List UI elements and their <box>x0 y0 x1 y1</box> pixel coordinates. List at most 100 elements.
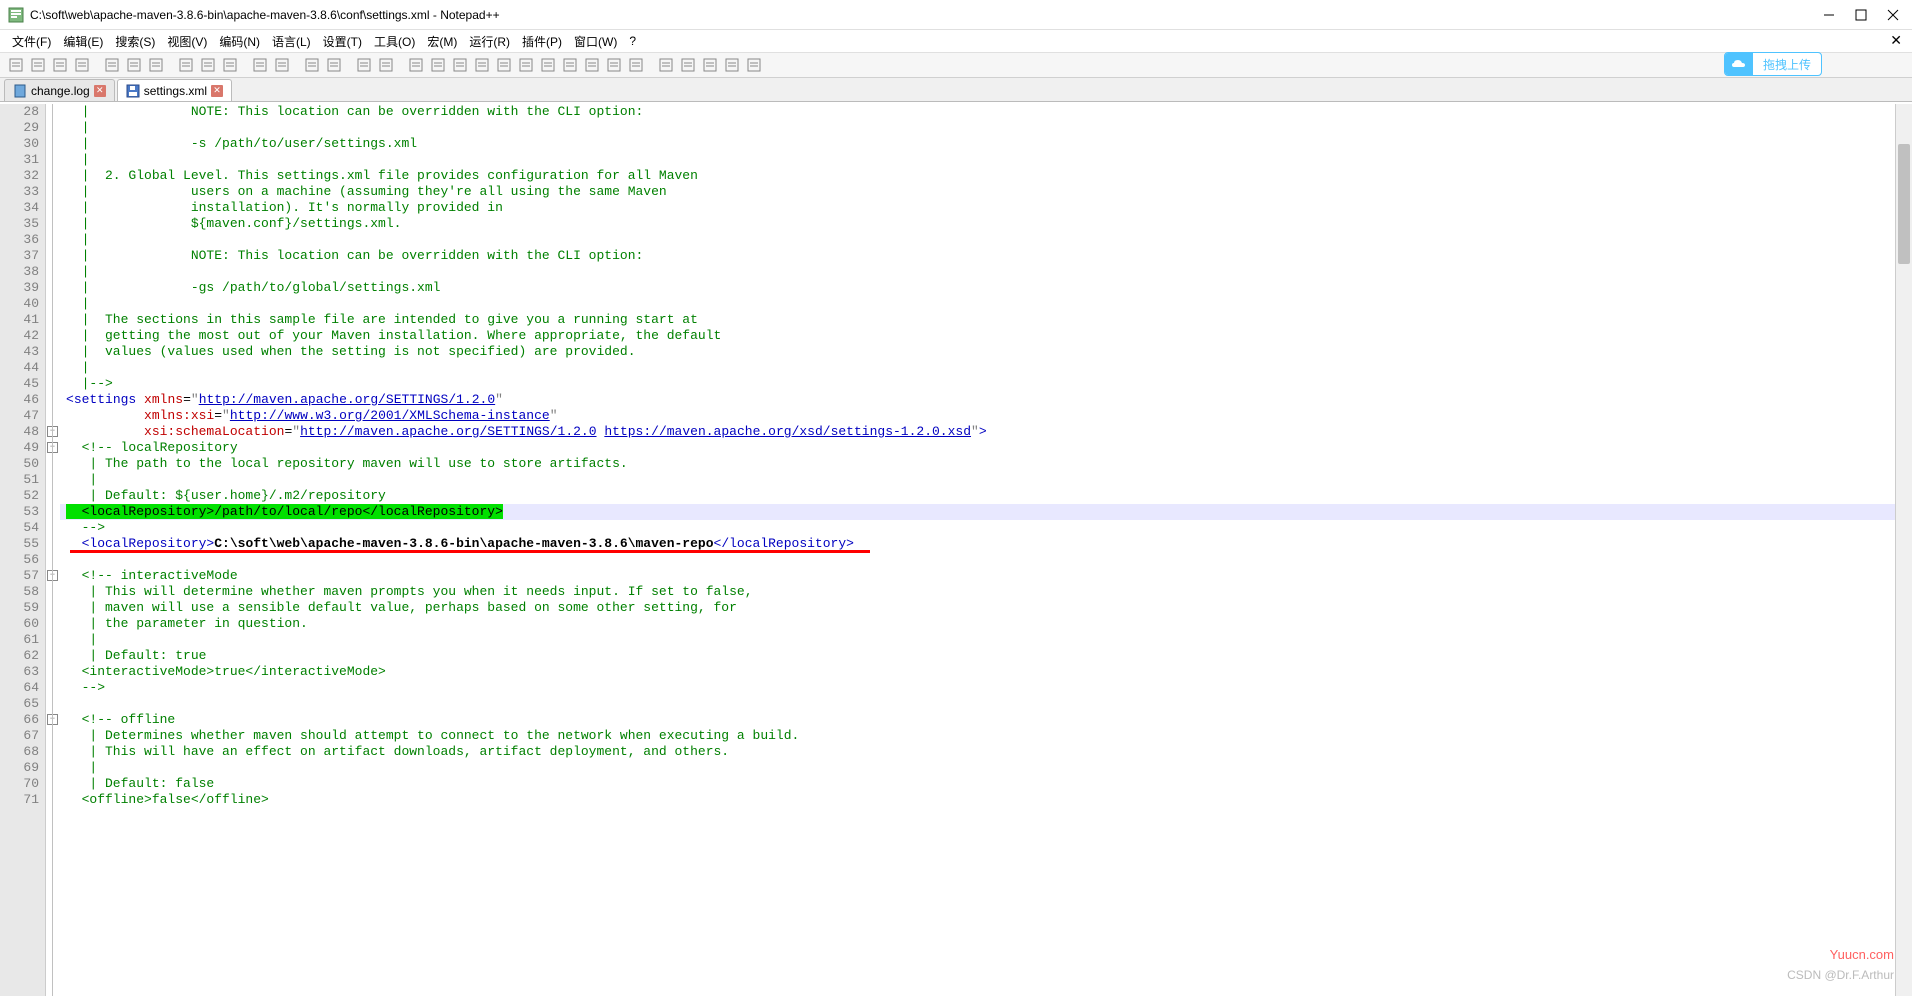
doc-map-icon[interactable] <box>538 55 558 75</box>
code-line[interactable]: | maven will use a sensible default valu… <box>60 600 1912 616</box>
play-icon[interactable] <box>700 55 720 75</box>
stop-icon[interactable] <box>678 55 698 75</box>
new-file-icon[interactable] <box>6 55 26 75</box>
code-line[interactable]: | NOTE: This location can be overridden … <box>60 248 1912 264</box>
code-line[interactable]: xmlns:xsi="http://www.w3.org/2001/XMLSch… <box>60 408 1912 424</box>
toolbar <box>0 52 1912 78</box>
close-all-icon[interactable] <box>124 55 144 75</box>
monitor-icon[interactable] <box>626 55 646 75</box>
code-line[interactable]: | Default: true <box>60 648 1912 664</box>
folder-icon[interactable] <box>604 55 624 75</box>
code-line[interactable]: --> <box>60 520 1912 536</box>
doc-list-icon[interactable] <box>560 55 580 75</box>
code-line[interactable]: xsi:schemaLocation="http://maven.apache.… <box>60 424 1912 440</box>
indent-guide-icon[interactable] <box>494 55 514 75</box>
save-all-icon[interactable] <box>72 55 92 75</box>
code-line[interactable]: | NOTE: This location can be overridden … <box>60 104 1912 120</box>
code-line[interactable]: <interactiveMode>true</interactiveMode> <box>60 664 1912 680</box>
code-line[interactable]: | <box>60 232 1912 248</box>
paste-icon[interactable] <box>220 55 240 75</box>
code-line[interactable]: | Default: false <box>60 776 1912 792</box>
window-title: C:\soft\web\apache-maven-3.8.6-bin\apach… <box>30 8 1822 22</box>
menu-window[interactable]: 窗口(W) <box>568 31 623 52</box>
code-line[interactable]: <!-- offline <box>60 712 1912 728</box>
code-line[interactable]: <settings xmlns="http://maven.apache.org… <box>60 392 1912 408</box>
record-icon[interactable] <box>656 55 676 75</box>
code-line[interactable]: <localRepository>/path/to/local/repo</lo… <box>60 504 1912 520</box>
code-line[interactable]: | The sections in this sample file are i… <box>60 312 1912 328</box>
code-line[interactable]: | This will determine whether maven prom… <box>60 584 1912 600</box>
tab-close-icon[interactable]: ✕ <box>211 85 223 97</box>
cut-icon[interactable] <box>176 55 196 75</box>
code-line[interactable]: | users on a machine (assuming they're a… <box>60 184 1912 200</box>
print-icon[interactable] <box>146 55 166 75</box>
save-macro-icon[interactable] <box>744 55 764 75</box>
menubar-close-button[interactable]: ✕ <box>1890 32 1902 49</box>
sync-v-icon[interactable] <box>406 55 426 75</box>
code-line[interactable]: | <box>60 264 1912 280</box>
menu-file[interactable]: 文件(F) <box>6 31 57 52</box>
code-line[interactable]: | <box>60 296 1912 312</box>
code-line[interactable]: | <box>60 120 1912 136</box>
play-multi-icon[interactable] <box>722 55 742 75</box>
menu-tools[interactable]: 工具(O) <box>368 31 421 52</box>
code-line[interactable]: | values (values used when the setting i… <box>60 344 1912 360</box>
menu-search[interactable]: 搜索(S) <box>109 31 161 52</box>
code-line[interactable]: | <box>60 760 1912 776</box>
menu-plugins[interactable]: 插件(P) <box>516 31 568 52</box>
code-line[interactable]: | The path to the local repository maven… <box>60 456 1912 472</box>
menu-view[interactable]: 视图(V) <box>161 31 213 52</box>
code-line[interactable]: <offline>false</offline> <box>60 792 1912 808</box>
code-line[interactable]: | <box>60 632 1912 648</box>
code-line[interactable]: | -gs /path/to/global/settings.xml <box>60 280 1912 296</box>
code-line[interactable]: | Default: ${user.home}/.m2/repository <box>60 488 1912 504</box>
menu-settings[interactable]: 设置(T) <box>317 31 368 52</box>
code-area[interactable]: | NOTE: This location can be overridden … <box>60 104 1912 996</box>
menu-run[interactable]: 运行(R) <box>463 31 516 52</box>
menu-edit[interactable]: 编辑(E) <box>57 31 109 52</box>
code-line[interactable]: | <box>60 360 1912 376</box>
code-line[interactable]: |--> <box>60 376 1912 392</box>
menu-help[interactable]: ? <box>623 32 642 50</box>
open-icon[interactable] <box>28 55 48 75</box>
maximize-button[interactable] <box>1854 8 1868 22</box>
code-line[interactable] <box>60 552 1912 568</box>
code-line[interactable]: | Determines whether maven should attemp… <box>60 728 1912 744</box>
function-list-icon[interactable] <box>582 55 602 75</box>
code-line[interactable]: | <box>60 472 1912 488</box>
copy-icon[interactable] <box>198 55 218 75</box>
code-line[interactable]: | installation). It's normally provided … <box>60 200 1912 216</box>
code-line[interactable]: | This will have an effect on artifact d… <box>60 744 1912 760</box>
menu-macro[interactable]: 宏(M) <box>421 31 463 52</box>
undo-icon[interactable] <box>250 55 270 75</box>
code-line[interactable]: | <box>60 152 1912 168</box>
close-button[interactable] <box>1886 8 1900 22</box>
code-line[interactable]: --> <box>60 680 1912 696</box>
close-icon[interactable] <box>102 55 122 75</box>
menu-language[interactable]: 语言(L) <box>266 31 317 52</box>
wrap-icon[interactable] <box>450 55 470 75</box>
redo-icon[interactable] <box>272 55 292 75</box>
code-line[interactable]: | 2. Global Level. This settings.xml fil… <box>60 168 1912 184</box>
find-icon[interactable] <box>302 55 322 75</box>
tab-close-icon[interactable]: ✕ <box>94 85 106 97</box>
show-all-icon[interactable] <box>472 55 492 75</box>
lang-icon[interactable] <box>516 55 536 75</box>
tab-change-log[interactable]: change.log ✕ <box>4 79 115 101</box>
save-icon[interactable] <box>50 55 70 75</box>
replace-icon[interactable] <box>324 55 344 75</box>
code-line[interactable]: | the parameter in question. <box>60 616 1912 632</box>
upload-chip[interactable]: 拖拽上传 <box>1724 52 1822 76</box>
code-line[interactable]: | getting the most out of your Maven ins… <box>60 328 1912 344</box>
code-line[interactable]: <!-- interactiveMode <box>60 568 1912 584</box>
code-line[interactable]: | ${maven.conf}/settings.xml. <box>60 216 1912 232</box>
zoom-in-icon[interactable] <box>354 55 374 75</box>
sync-h-icon[interactable] <box>428 55 448 75</box>
code-line[interactable]: <!-- localRepository <box>60 440 1912 456</box>
menu-encoding[interactable]: 编码(N) <box>213 31 266 52</box>
code-line[interactable] <box>60 696 1912 712</box>
zoom-out-icon[interactable] <box>376 55 396 75</box>
minimize-button[interactable] <box>1822 8 1836 22</box>
tab-settings-xml[interactable]: settings.xml ✕ <box>117 79 232 101</box>
code-line[interactable]: | -s /path/to/user/settings.xml <box>60 136 1912 152</box>
